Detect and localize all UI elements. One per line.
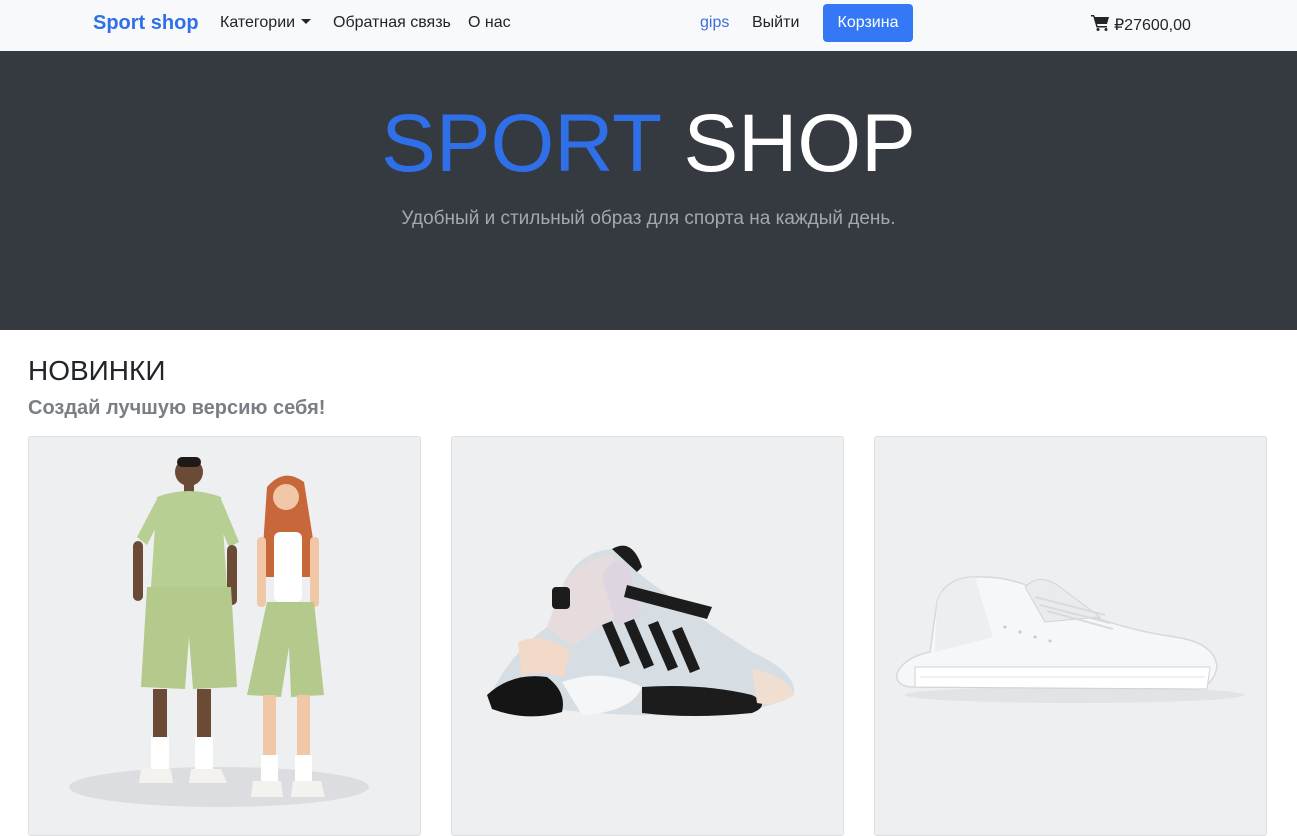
hero-title: SPORT SHOP [0, 99, 1297, 189]
product-card[interactable] [874, 436, 1267, 836]
navbar: Sport shop Категории Обратная связь О на… [0, 0, 1297, 51]
section-title: НОВИНКИ [28, 355, 166, 386]
product-image-outfit [29, 437, 420, 835]
nav-feedback-link[interactable]: Обратная связь [333, 14, 451, 32]
logout-link[interactable]: Выйти [752, 14, 799, 32]
user-profile-link[interactable]: gips [700, 14, 729, 32]
cart-button[interactable]: Корзина [823, 4, 913, 42]
hero-title-shop: SHOP [683, 98, 916, 189]
hero-subtitle: Удобный и стильный образ для спорта на к… [401, 208, 896, 229]
nav-categories-dropdown[interactable]: Категории [220, 14, 312, 32]
brand-logo[interactable]: Sport shop [93, 12, 199, 35]
cart-total-amount: ₽27600,00 [1114, 17, 1191, 34]
section-subtitle: Создай лучшую версию себя! [28, 397, 326, 419]
hero-banner: SPORT SHOP Удобный и стильный образ для … [0, 51, 1297, 330]
product-card[interactable] [451, 436, 844, 836]
cart-total[interactable]: ₽27600,00 [1091, 14, 1191, 36]
chevron-down-icon [301, 19, 312, 24]
product-image-sneaker-streetball [452, 437, 843, 835]
product-card[interactable] [28, 436, 421, 836]
product-image-sneaker-white [875, 437, 1266, 835]
shopping-cart-icon [1091, 14, 1110, 36]
nav-categories-label: Категории [220, 14, 296, 31]
nav-about-link[interactable]: О нас [468, 14, 511, 32]
hero-title-sport: SPORT [381, 98, 661, 189]
